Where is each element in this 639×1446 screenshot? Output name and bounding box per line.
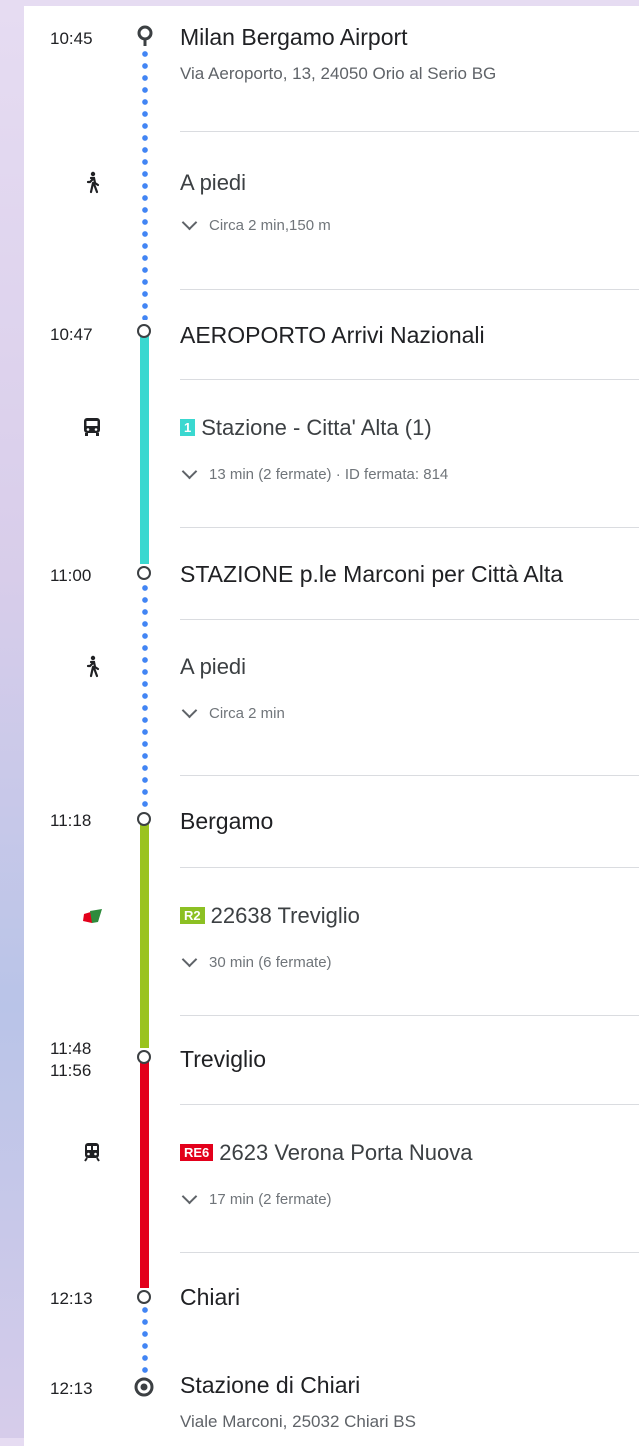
walk-route-dots-2	[142, 582, 148, 810]
origin-address: Via Aeroporto, 13, 24050 Orio al Serio B…	[180, 64, 497, 83]
origin-pin-icon	[137, 25, 153, 46]
bus-detail: 13 min (2 fermate) · ID fermata: 814	[209, 466, 449, 483]
r2-route-line	[140, 822, 149, 1048]
directions-panel	[24, 6, 639, 1446]
origin-name[interactable]: Milan Bergamo Airport	[180, 24, 408, 51]
stop-marker-stazione	[137, 566, 151, 580]
walk-1-label: A piedi	[180, 170, 247, 195]
divider	[180, 619, 639, 620]
stop-4-arrive-time: 11:48	[50, 1039, 92, 1058]
divider	[180, 379, 639, 380]
destination-name[interactable]: Stazione di Chiari	[180, 1372, 360, 1399]
chevron-down-icon	[181, 951, 198, 968]
train-icon	[84, 1143, 100, 1162]
destination-time: 12:13	[50, 1379, 93, 1398]
stop-marker-chiari	[137, 1290, 151, 1304]
r2-line-name: 22638 Treviglio	[210, 903, 360, 928]
divider	[180, 867, 639, 868]
stop-3-name[interactable]: Bergamo	[180, 808, 273, 835]
train-re6-line[interactable]: RE6 2623 Verona Porta Nuova	[180, 1140, 472, 1166]
walk-2-details-toggle[interactable]: Circa 2 min	[180, 702, 285, 722]
walk-route-dots-3	[142, 1304, 148, 1376]
divider	[180, 1015, 639, 1016]
train-r2-detail: 30 min (6 fermate)	[209, 954, 332, 971]
train-r2-details-toggle[interactable]: 30 min (6 fermate)	[180, 951, 332, 971]
re6-route-line	[140, 1062, 149, 1288]
stop-3-time: 11:18	[50, 811, 92, 830]
divider	[180, 1252, 639, 1253]
chevron-down-icon	[181, 702, 198, 719]
walk-1-detail: Circa 2 min,150 m	[209, 217, 331, 234]
bus-details-toggle[interactable]: 13 min (2 fermate) · ID fermata: 814	[180, 463, 449, 483]
bus-line-name: Stazione - Citta' Alta (1)	[201, 415, 432, 440]
train-re6-detail: 17 min (2 fermate)	[209, 1191, 332, 1208]
chevron-down-icon	[181, 214, 198, 231]
stop-2-name[interactable]: STAZIONE p.le Marconi per Città Alta	[180, 561, 563, 588]
stop-4-name[interactable]: Treviglio	[180, 1046, 266, 1073]
re6-line-badge: RE6	[180, 1144, 214, 1161]
walking-person-icon	[86, 655, 100, 678]
origin-time: 10:45	[50, 29, 93, 48]
divider	[180, 1104, 639, 1105]
train-r2-line[interactable]: R2 22638 Treviglio	[180, 903, 360, 929]
re6-line-name: 2623 Verona Porta Nuova	[219, 1140, 473, 1165]
stop-4-depart-time: 11:56	[50, 1061, 92, 1080]
r2-line-badge: R2	[180, 907, 205, 924]
stop-2-time: 11:00	[50, 566, 92, 585]
bus-line-badge: 1	[180, 419, 196, 436]
walk-2-label: A piedi	[180, 654, 247, 679]
divider	[180, 289, 639, 290]
destination-target-icon	[134, 1377, 154, 1397]
stop-5-name[interactable]: Chiari	[180, 1284, 240, 1311]
bus-route-line	[140, 336, 149, 564]
trenord-logo-icon	[83, 909, 102, 923]
walking-person-icon	[86, 171, 100, 194]
bus-line[interactable]: 1 Stazione - Citta' Alta (1)	[180, 415, 432, 441]
divider	[180, 775, 639, 776]
bus-icon	[84, 418, 100, 436]
stop-5-time: 12:13	[50, 1289, 93, 1308]
destination-address: Viale Marconi, 25032 Chiari BS	[180, 1412, 416, 1431]
chevron-down-icon	[181, 1188, 198, 1205]
divider	[180, 131, 639, 132]
stop-1-time: 10:47	[50, 325, 93, 344]
chevron-down-icon	[181, 463, 198, 480]
stop-1-name[interactable]: AEROPORTO Arrivi Nazionali	[180, 322, 485, 349]
walk-2-detail: Circa 2 min	[209, 705, 285, 722]
stop-marker-bergamo	[137, 812, 151, 826]
train-re6-details-toggle[interactable]: 17 min (2 fermate)	[180, 1188, 332, 1208]
walk-1-details-toggle[interactable]: Circa 2 min,150 m	[180, 214, 331, 234]
stop-marker-aeroporto	[137, 324, 151, 338]
divider	[180, 527, 639, 528]
walk-route-dots-1	[142, 48, 148, 320]
stop-marker-treviglio	[137, 1050, 151, 1064]
